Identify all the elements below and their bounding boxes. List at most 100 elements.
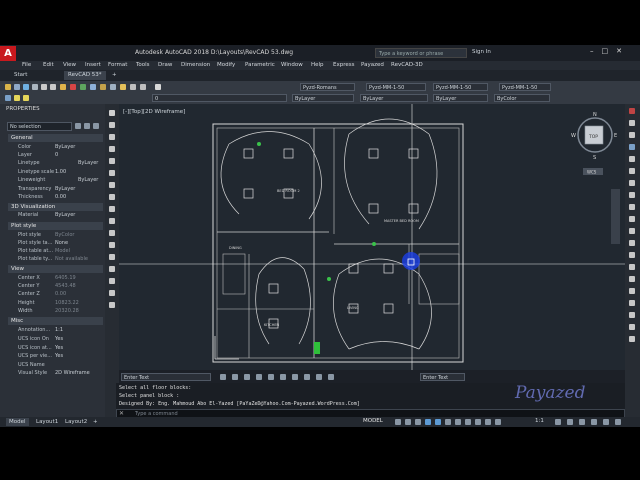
menu-format[interactable]: Format xyxy=(108,61,127,70)
circle-icon[interactable] xyxy=(109,182,115,188)
snap-icon[interactable] xyxy=(405,419,411,425)
menu-modify[interactable]: Modify xyxy=(217,61,235,70)
arc-icon[interactable] xyxy=(109,170,115,176)
prop-value[interactable]: ByLayer xyxy=(78,160,98,166)
status-icon[interactable] xyxy=(268,374,274,380)
menu-payazed[interactable]: Payazed xyxy=(361,61,384,70)
region-icon[interactable] xyxy=(109,278,115,284)
customize-icon[interactable] xyxy=(615,419,621,425)
construction-line-icon[interactable] xyxy=(109,122,115,128)
prop-value[interactable]: ByLayer xyxy=(78,177,98,183)
status-icon[interactable] xyxy=(220,374,226,380)
prop-value[interactable]: 2D Wireframe xyxy=(55,370,90,376)
lineweight-dropdown[interactable]: ByLayer xyxy=(433,94,488,102)
bulb-icon[interactable] xyxy=(14,95,20,101)
scale-icon[interactable] xyxy=(629,192,635,198)
tab-model[interactable]: Model xyxy=(6,418,29,426)
status-icon[interactable] xyxy=(304,374,310,380)
floor-plan-drawing[interactable]: BED ROOM 2 MASTER BED ROOM DINING KITCHE… xyxy=(119,104,625,370)
redo-icon[interactable] xyxy=(50,84,56,90)
erase-icon[interactable] xyxy=(629,108,635,114)
save-icon[interactable] xyxy=(23,84,29,90)
isolate-icon[interactable] xyxy=(579,419,585,425)
grid-icon[interactable] xyxy=(395,419,401,425)
tab-layout1[interactable]: Layout1 xyxy=(33,418,61,426)
text-icon[interactable] xyxy=(629,312,635,318)
linetype-dropdown[interactable]: ByLayer xyxy=(360,94,428,102)
layer-icon[interactable] xyxy=(110,84,116,90)
menu-draw[interactable]: Draw xyxy=(158,61,172,70)
annotation-scale[interactable]: 1:1 xyxy=(535,418,544,424)
viewcube-face[interactable]: TOP xyxy=(588,134,598,140)
undo-icon[interactable] xyxy=(41,84,47,90)
help-icon[interactable] xyxy=(140,84,146,90)
menu-help[interactable]: Help xyxy=(311,61,324,70)
dimstyle-dropdown[interactable]: Pyzd-MM-1-50 xyxy=(366,83,426,91)
enter-text-input-2[interactable]: Enter Text xyxy=(420,373,465,381)
textstyle-dropdown[interactable]: Pyzd-Romans xyxy=(300,83,355,91)
mtext-icon[interactable] xyxy=(109,302,115,308)
line-icon[interactable] xyxy=(109,110,115,116)
section-general[interactable]: General xyxy=(8,134,103,142)
measure-icon[interactable] xyxy=(629,336,635,342)
color-dropdown[interactable]: ByLayer xyxy=(292,94,354,102)
prop-value[interactable]: 0.00 xyxy=(55,194,66,200)
polyline-icon[interactable] xyxy=(109,134,115,140)
prop-value[interactable]: None xyxy=(55,240,68,246)
copy-icon[interactable] xyxy=(629,120,635,126)
plotstyle-dropdown[interactable]: ByColor xyxy=(494,94,550,102)
prop-value[interactable]: 1.00 xyxy=(55,169,66,175)
pickadd-icon[interactable] xyxy=(93,123,99,129)
match-icon[interactable] xyxy=(60,84,66,90)
wcs-label[interactable]: WCS xyxy=(587,170,597,175)
cut-icon[interactable] xyxy=(70,84,76,90)
prop-value[interactable]: ByLayer xyxy=(55,144,75,150)
menu-file[interactable]: File xyxy=(22,61,31,70)
status-icon[interactable] xyxy=(280,374,286,380)
extend-icon[interactable] xyxy=(629,228,635,234)
new-icon[interactable] xyxy=(5,84,11,90)
section-view[interactable]: View xyxy=(8,265,103,273)
plus-icon[interactable] xyxy=(567,419,573,425)
gradient-icon[interactable] xyxy=(109,266,115,272)
prop-value[interactable]: Yes xyxy=(55,353,63,359)
prop-value[interactable]: 0 xyxy=(55,152,58,158)
break-icon[interactable] xyxy=(629,240,635,246)
point-icon[interactable] xyxy=(109,242,115,248)
prop-value[interactable]: 1:1 xyxy=(55,327,63,333)
leader-icon[interactable] xyxy=(629,324,635,330)
enter-text-input[interactable]: Enter Text xyxy=(121,373,211,381)
zoom-icon[interactable] xyxy=(90,84,96,90)
tablestyle-dropdown[interactable]: Pyzd-MM-1-50 xyxy=(433,83,488,91)
select-objects-icon[interactable] xyxy=(84,123,90,129)
spline-icon[interactable] xyxy=(109,194,115,200)
status-icon[interactable] xyxy=(244,374,250,380)
close-icon[interactable]: ✕ xyxy=(119,410,124,417)
print-icon[interactable] xyxy=(32,84,38,90)
menu-revcad3d[interactable]: RevCAD-3D xyxy=(391,61,423,70)
layer-props-icon[interactable] xyxy=(5,95,11,101)
polygon-icon[interactable] xyxy=(109,146,115,152)
selection-dropdown[interactable]: No selection xyxy=(7,122,72,131)
signin-button[interactable]: Sign In xyxy=(472,49,491,55)
section-plot-style[interactable]: Plot style xyxy=(8,222,103,230)
menu-view[interactable]: View xyxy=(63,61,76,70)
array-icon[interactable] xyxy=(629,156,635,162)
calc-icon[interactable] xyxy=(130,84,136,90)
clean-screen-icon[interactable] xyxy=(603,419,609,425)
table-icon[interactable] xyxy=(109,290,115,296)
hardware-acceleration-icon[interactable] xyxy=(591,419,597,425)
selection-cycle-icon[interactable] xyxy=(475,419,481,425)
tab-add-icon[interactable]: + xyxy=(108,71,121,80)
section-3d-visualization[interactable]: 3D Visualization xyxy=(8,203,103,211)
menu-edit[interactable]: Edit xyxy=(43,61,54,70)
osnap-icon[interactable] xyxy=(435,419,441,425)
menu-window[interactable]: Window xyxy=(281,61,303,70)
stretch-icon[interactable] xyxy=(629,204,635,210)
prop-value[interactable]: Yes xyxy=(55,336,63,342)
make-block-icon[interactable] xyxy=(109,230,115,236)
compass-south[interactable]: S xyxy=(593,155,596,161)
navigation-bar[interactable] xyxy=(611,189,620,244)
join-icon[interactable] xyxy=(629,252,635,258)
model-space-button[interactable]: MODEL xyxy=(363,418,383,424)
